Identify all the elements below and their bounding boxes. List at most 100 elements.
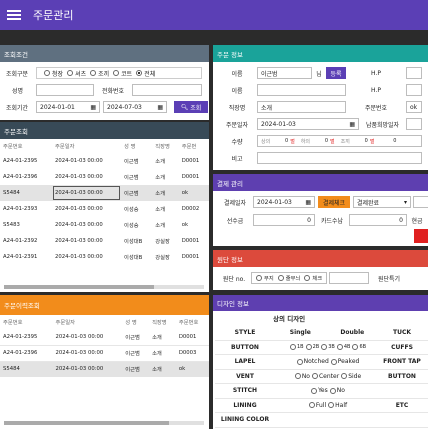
table-row[interactable]: A24-01-2395 2024-01-03 00:00 이근범 소개 D0001 — [0, 329, 209, 346]
cell: 2024-01-03 00:00 — [51, 185, 122, 201]
design-option-label[interactable]: Double — [340, 329, 364, 336]
order-date-input[interactable]: 2024-01-03 ▦ — [257, 118, 359, 130]
memo-input[interactable] — [257, 152, 422, 164]
order-no-input[interactable]: ok — [406, 101, 422, 113]
design-radio[interactable] — [311, 387, 318, 394]
deposit-input[interactable]: 0 — [253, 214, 315, 226]
alert-button[interactable] — [414, 229, 428, 243]
order-no-label: 주문번호 — [364, 104, 388, 112]
design-radio[interactable] — [321, 344, 328, 351]
col-header[interactable]: 주문번호 — [0, 315, 53, 329]
search-button-label: 조회 — [190, 104, 202, 112]
work-input[interactable]: 소개 — [257, 101, 346, 113]
payment-header: 결제 관리 — [213, 174, 428, 191]
design-option-label: Yes — [318, 387, 328, 395]
design-radio[interactable] — [308, 402, 315, 409]
radio-fabric-1[interactable] — [277, 275, 284, 281]
fabric-no-input[interactable] — [329, 272, 369, 284]
design-right-label: CUFFS — [391, 343, 413, 351]
table-row[interactable]: A24-01-2395 2024-01-03 00:00 이근범 소개 D0001 — [0, 153, 209, 169]
table-row[interactable]: A24-01-2392 2024-01-03 00:00 이성대B 강실장 D0001 — [0, 233, 209, 249]
col-header[interactable]: 성 명 — [121, 139, 152, 153]
register-button[interactable]: 등록 — [326, 67, 346, 79]
calendar-icon[interactable]: ▦ — [157, 104, 163, 111]
design-option-label[interactable]: Single — [290, 329, 311, 336]
cell: A24-01-2396 — [0, 345, 53, 362]
date-to-input[interactable]: 2024-07-03 ▦ — [103, 101, 167, 113]
design-radio[interactable] — [311, 373, 318, 380]
calendar-icon[interactable]: ▦ — [305, 199, 311, 206]
deposit-row: 선수금 0 카드수납 0 현금 — [217, 214, 427, 226]
fabric-header: 원단 정보 — [213, 250, 428, 267]
table-row[interactable]: A24-01-2396 2024-01-03 00:00 이근범 소개 D0001 — [0, 169, 209, 185]
horizontal-scrollbar[interactable] — [4, 421, 204, 425]
radio-fabric-0[interactable] — [256, 275, 262, 281]
col-header[interactable]: 직장명 — [149, 315, 176, 329]
cell: D0001 — [181, 174, 200, 180]
radio-type-4[interactable] — [136, 70, 143, 76]
phone-input[interactable] — [132, 84, 202, 96]
menu-icon[interactable] — [7, 10, 21, 20]
table-row-selected[interactable]: S5484 2024-01-03 00:00 이근범 소개 ok — [0, 185, 209, 201]
radio-type-3[interactable] — [113, 70, 120, 76]
table-row[interactable]: A24-01-2396 2024-01-03 00:00 이근범 소개 D0003 — [0, 345, 209, 362]
calendar-icon[interactable]: ▦ — [90, 104, 96, 111]
col-header[interactable]: 주문번호 — [0, 139, 52, 153]
card-input[interactable]: 0 — [349, 214, 407, 226]
pay-extra-input[interactable] — [413, 196, 428, 208]
col-header[interactable]: 직장명 — [152, 139, 179, 153]
qty-item-value[interactable]: 0 — [312, 138, 328, 144]
qty-item-value[interactable]: 0 — [380, 138, 396, 144]
delivery-input[interactable] — [406, 118, 422, 130]
table-row-selected[interactable]: S5484 2024-01-03 00:00 이근범 소개 ok — [0, 361, 209, 377]
horizontal-scrollbar[interactable] — [4, 285, 204, 289]
radio-type-2[interactable] — [90, 70, 97, 76]
chevron-down-icon: ▾ — [403, 198, 407, 206]
radio-type-0[interactable] — [44, 70, 50, 76]
name-input[interactable] — [36, 84, 94, 96]
col-header[interactable]: 주문일자 — [53, 315, 123, 329]
design-radio[interactable] — [330, 358, 337, 365]
customer-name-input[interactable]: 이근범 — [257, 67, 312, 79]
cell: ok — [178, 185, 209, 201]
col-header[interactable]: 성 명 — [122, 315, 149, 329]
scrollbar-thumb[interactable] — [4, 285, 154, 289]
design-radio[interactable] — [296, 358, 303, 365]
name2-label: 이름 — [231, 87, 243, 95]
cell: 이근범 — [122, 345, 150, 362]
qty-item-value[interactable]: 0 — [272, 138, 288, 144]
qty-item-value[interactable]: 0 — [352, 138, 368, 144]
hp2-input[interactable] — [406, 84, 422, 96]
design-radio[interactable] — [289, 344, 296, 351]
pay-status-select[interactable]: 결제완료 ▾ — [353, 196, 411, 208]
cell: 2024-01-03 00:00 — [54, 206, 103, 212]
table-row[interactable]: A24-01-2393 2024-01-03 00:00 이성승 소개 D0002 — [0, 201, 209, 217]
scrollbar-thumb[interactable] — [4, 421, 169, 425]
design-radio[interactable] — [328, 402, 335, 409]
design-radio[interactable] — [336, 344, 343, 351]
col-header[interactable]: 주문번 — [179, 139, 209, 153]
table-row[interactable]: A24-01-2391 2024-01-03 00:00 이성대B 강실장 D0001 — [0, 249, 209, 265]
table-row[interactable]: S5483 2024-01-03 00:00 이성승 소개 ok — [0, 217, 209, 233]
radio-type-1[interactable] — [67, 70, 74, 76]
design-radio[interactable] — [352, 344, 359, 351]
name2-input[interactable] — [257, 84, 346, 96]
pay-date-input[interactable]: 2024-01-03 ▦ — [253, 196, 315, 208]
date-from-input[interactable]: 2024-01-01 ▦ — [36, 101, 100, 113]
design-radio[interactable] — [305, 344, 312, 351]
radio-fabric-2[interactable] — [304, 275, 311, 281]
design-option-label: No — [301, 372, 310, 380]
calendar-icon[interactable]: ▦ — [349, 121, 355, 128]
cell: D0001 — [181, 238, 200, 244]
design-radio[interactable] — [294, 373, 301, 380]
qty-item-name: 상의 — [261, 138, 271, 145]
design-radio[interactable] — [329, 387, 336, 394]
cell: 2024-01-03 00:00 — [54, 222, 103, 228]
search-button[interactable]: 🔍︎ 조회 — [174, 101, 208, 113]
design-radio[interactable] — [341, 373, 348, 380]
hp-input[interactable] — [406, 67, 422, 79]
col-header[interactable]: 주문번호 — [176, 315, 209, 329]
col-header[interactable]: 주문일자 — [52, 139, 121, 153]
pay-check-button[interactable]: 결제체크 — [318, 196, 350, 208]
design-option-label: Center — [318, 372, 340, 380]
